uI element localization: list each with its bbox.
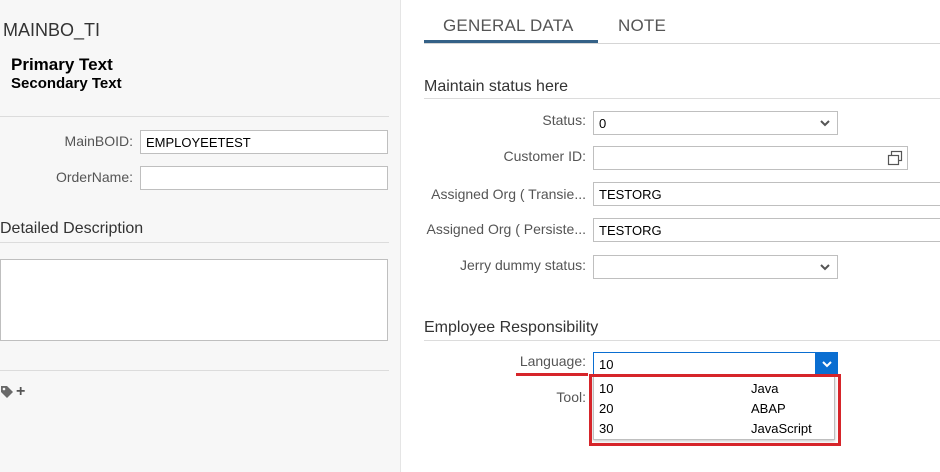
divider [424,98,940,99]
primary-text: Primary Text [11,55,113,74]
tag-icon[interactable] [0,385,14,399]
jerry-dummy-status-label: Jerry dummy status: [459,257,586,273]
tab-general-data[interactable]: GENERAL DATA [443,16,574,36]
divider [424,340,940,341]
maintain-status-title: Maintain status here [424,78,569,95]
language-select[interactable]: 10 [593,352,838,376]
employee-responsibility-title: Employee Responsibility [424,319,599,336]
assigned-org-persistent-field[interactable]: TESTORG [593,218,940,242]
order-name-label: OrderName: [55,169,133,185]
status-value: 0 [599,116,607,131]
tab-bar-line [424,43,940,44]
assigned-org-transient-label: Assigned Org ( Transie... [431,186,586,202]
tab-active-indicator [424,40,598,43]
value-help-icon[interactable] [887,150,903,166]
language-label-highlight [516,373,588,376]
chevron-down-icon [820,264,830,271]
plus-icon[interactable]: + [16,384,25,400]
assigned-org-persistent-label: Assigned Org ( Persiste... [426,221,586,237]
main-boid-label: MainBOID: [64,133,133,149]
chevron-down-icon [820,120,830,127]
chevron-down-icon[interactable] [815,352,838,376]
status-select[interactable]: 0 [593,111,838,135]
status-label: Status: [542,112,586,128]
jerry-dummy-status-select[interactable] [593,255,838,279]
customer-id-label: Customer ID: [503,148,586,164]
order-name-field[interactable] [140,166,388,190]
language-label: Language: [519,353,586,369]
assigned-org-transient-field[interactable]: TESTORG [593,182,940,206]
divider [0,370,389,371]
tool-label: Tool: [556,389,586,405]
object-title: MAINBO_TI [3,20,101,40]
tab-note[interactable]: NOTE [618,16,666,36]
detailed-description-textarea[interactable] [0,259,388,341]
divider [0,116,389,117]
customer-id-field[interactable] [593,146,908,170]
divider [0,242,389,243]
object-header-panel: MAINBO_TI Primary Text Secondary Text Ma… [0,0,401,472]
tag-toolbar[interactable]: + [0,384,25,400]
main-boid-field[interactable]: EMPLOYEETEST [140,130,388,154]
detailed-description-title: Detailed Description [0,220,144,237]
secondary-text: Secondary Text [11,75,122,92]
dropdown-highlight-box [589,374,841,446]
language-value: 10 [599,357,614,372]
